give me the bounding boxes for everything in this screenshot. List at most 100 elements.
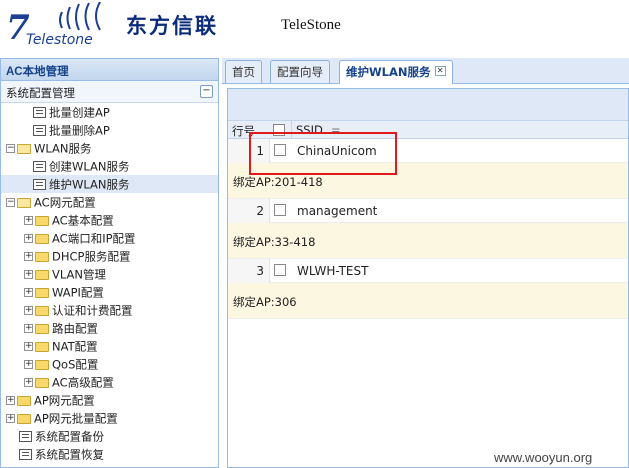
row-checkbox[interactable] xyxy=(274,264,286,276)
sidebar-item[interactable]: + AC高级配置 xyxy=(1,373,218,391)
brand-name-english: TeleStone xyxy=(281,17,341,33)
wlan-grid-panel: 行号 SSID = 1 ChinaUnicom 绑定AP:201-418 2 manag… xyxy=(227,88,629,468)
ssid-cell[interactable]: WLWH-TEST xyxy=(297,264,368,278)
sidebar-item[interactable]: 批量删除AP xyxy=(1,121,218,139)
sidebar-item[interactable]: + NAT配置 xyxy=(1,337,218,355)
folder-icon xyxy=(17,143,31,154)
bound-ap-text: 绑定AP:201-418 xyxy=(233,175,323,189)
sidebar-item[interactable]: 维护WLAN服务 xyxy=(1,175,218,193)
sidebar-item[interactable]: − AC网元配置 xyxy=(1,193,218,211)
sidebar-item[interactable]: + QoS配置 xyxy=(1,355,218,373)
sidebar-item-label: 维护WLAN服务 xyxy=(49,177,130,192)
row-detail: 绑定AP:33-418 xyxy=(228,223,628,259)
sidebar-panel: AC本地管理 系统配置管理 − 批量创建AP 批量删除AP − WLAN服务 创建WLA… xyxy=(0,58,219,468)
sidebar-item[interactable]: + AC基本配置 xyxy=(1,211,218,229)
tab-bar: 首页 配置向导 维护WLAN服务 ✕ xyxy=(222,58,629,84)
ssid-cell[interactable]: management xyxy=(297,204,377,218)
ssid-cell[interactable]: ChinaUnicom xyxy=(297,144,377,158)
row-detail: 绑定AP:306 xyxy=(228,283,628,319)
table-row[interactable]: 2 management xyxy=(228,199,628,223)
sidebar-item[interactable]: 批量创建AP xyxy=(1,103,218,121)
expand-toggle-icon[interactable]: + xyxy=(24,252,33,261)
page-icon xyxy=(33,125,46,136)
sidebar-item-label: DHCP服务配置 xyxy=(52,249,131,264)
expand-toggle-icon[interactable]: + xyxy=(6,396,15,405)
sidebar-item[interactable]: − WLAN服务 xyxy=(1,139,218,157)
telestone-logo: 7 Telestone xyxy=(4,2,109,54)
row-number-header: 行号 xyxy=(232,124,255,138)
folder-icon xyxy=(17,197,31,208)
sidebar-item[interactable]: + DHCP服务配置 xyxy=(1,247,218,265)
tab-config-wizard[interactable]: 配置向导 xyxy=(270,60,330,83)
sidebar-item[interactable]: 创建WLAN服务 xyxy=(1,157,218,175)
expand-toggle-icon[interactable]: + xyxy=(24,216,33,225)
folder-icon xyxy=(35,251,49,262)
main-area: 首页 配置向导 维护WLAN服务 ✕ 行号 SSID = 1 ChinaUnicom… xyxy=(222,58,629,468)
ssid-column-header[interactable]: SSID xyxy=(296,123,323,137)
sidebar-item-label: VLAN管理 xyxy=(52,267,107,282)
expand-toggle-icon[interactable]: + xyxy=(6,414,15,423)
sidebar-item-label: 批量创建AP xyxy=(49,105,110,120)
brand-name-chinese: 东方信联 xyxy=(126,13,218,38)
sidebar-section-label: 系统配置管理 xyxy=(6,86,75,100)
tab-label: 维护WLAN服务 xyxy=(346,65,431,79)
tab-label: 首页 xyxy=(232,65,255,79)
row-checkbox[interactable] xyxy=(274,144,286,156)
row-checkbox[interactable] xyxy=(274,204,286,216)
page-icon xyxy=(19,449,32,460)
sidebar-item[interactable]: 系统配置备份 xyxy=(1,427,218,445)
row-number: 3 xyxy=(228,259,270,283)
sort-icon[interactable]: = xyxy=(331,123,341,137)
sidebar-item-label: 创建WLAN服务 xyxy=(49,159,130,174)
sidebar-item-label: 系统配置恢复 xyxy=(35,447,104,462)
expand-toggle-icon[interactable]: + xyxy=(24,288,33,297)
sidebar-item[interactable]: + AC端口和IP配置 xyxy=(1,229,218,247)
folder-icon xyxy=(35,341,49,352)
sidebar-item[interactable]: + 路由配置 xyxy=(1,319,218,337)
sidebar-item-label: AP网元批量配置 xyxy=(34,411,118,426)
column-divider xyxy=(291,121,292,139)
expand-toggle-icon[interactable]: + xyxy=(24,306,33,315)
close-icon[interactable]: ✕ xyxy=(434,66,446,76)
sidebar-item[interactable]: + AP网元配置 xyxy=(1,391,218,409)
tab-home[interactable]: 首页 xyxy=(225,60,262,83)
bound-ap-text: 绑定AP:306 xyxy=(233,295,297,309)
sidebar-item[interactable]: + VLAN管理 xyxy=(1,265,218,283)
expand-toggle-icon[interactable]: + xyxy=(24,342,33,351)
collapse-toggle-icon[interactable]: − xyxy=(6,198,15,207)
collapse-toggle-icon[interactable]: − xyxy=(6,144,15,153)
folder-icon xyxy=(17,413,31,424)
sidebar-item-label: AC基本配置 xyxy=(52,213,114,228)
expand-toggle-icon[interactable]: + xyxy=(24,270,33,279)
table-row[interactable]: 3 WLWH-TEST xyxy=(228,259,628,283)
expand-toggle-icon[interactable]: + xyxy=(24,378,33,387)
nav-tree: 批量创建AP 批量删除AP − WLAN服务创建WLAN服务 维护WLAN服务 − AC网元… xyxy=(1,103,218,463)
expand-toggle-icon[interactable]: + xyxy=(24,234,33,243)
collapse-button[interactable]: − xyxy=(200,85,213,98)
bound-ap-text: 绑定AP:33-418 xyxy=(233,235,316,249)
app-header: 7 Telestone 东方信联 TeleStone xyxy=(0,0,629,58)
page-icon xyxy=(33,179,46,190)
table-row[interactable]: 1 ChinaUnicom xyxy=(228,139,628,163)
sidebar-item-label: AP网元配置 xyxy=(34,393,95,408)
sidebar-item-label: 系统配置备份 xyxy=(35,429,104,444)
folder-icon xyxy=(35,305,49,316)
expand-toggle-icon[interactable]: + xyxy=(24,324,33,333)
sidebar-item[interactable]: + AP网元批量配置 xyxy=(1,409,218,427)
tab-maintain-wlan[interactable]: 维护WLAN服务 ✕ xyxy=(339,60,453,84)
sidebar-item[interactable]: + WAPI配置 xyxy=(1,283,218,301)
sidebar-section-header[interactable]: 系统配置管理 − xyxy=(1,81,218,103)
sidebar-item-label: 批量删除AP xyxy=(49,123,110,138)
folder-icon xyxy=(35,323,49,334)
sidebar-item[interactable]: + 认证和计费配置 xyxy=(1,301,218,319)
tab-label: 配置向导 xyxy=(277,65,323,79)
sidebar-item-label: WLAN服务 xyxy=(34,141,92,156)
sidebar-item-label: WAPI配置 xyxy=(52,285,104,300)
folder-icon xyxy=(35,215,49,226)
expand-toggle-icon[interactable]: + xyxy=(24,360,33,369)
sidebar-item-label: QoS配置 xyxy=(52,357,99,372)
select-all-checkbox[interactable] xyxy=(273,124,285,136)
sidebar-item[interactable]: 系统配置恢复 xyxy=(1,445,218,463)
folder-icon xyxy=(35,359,49,370)
page-icon xyxy=(33,161,46,172)
